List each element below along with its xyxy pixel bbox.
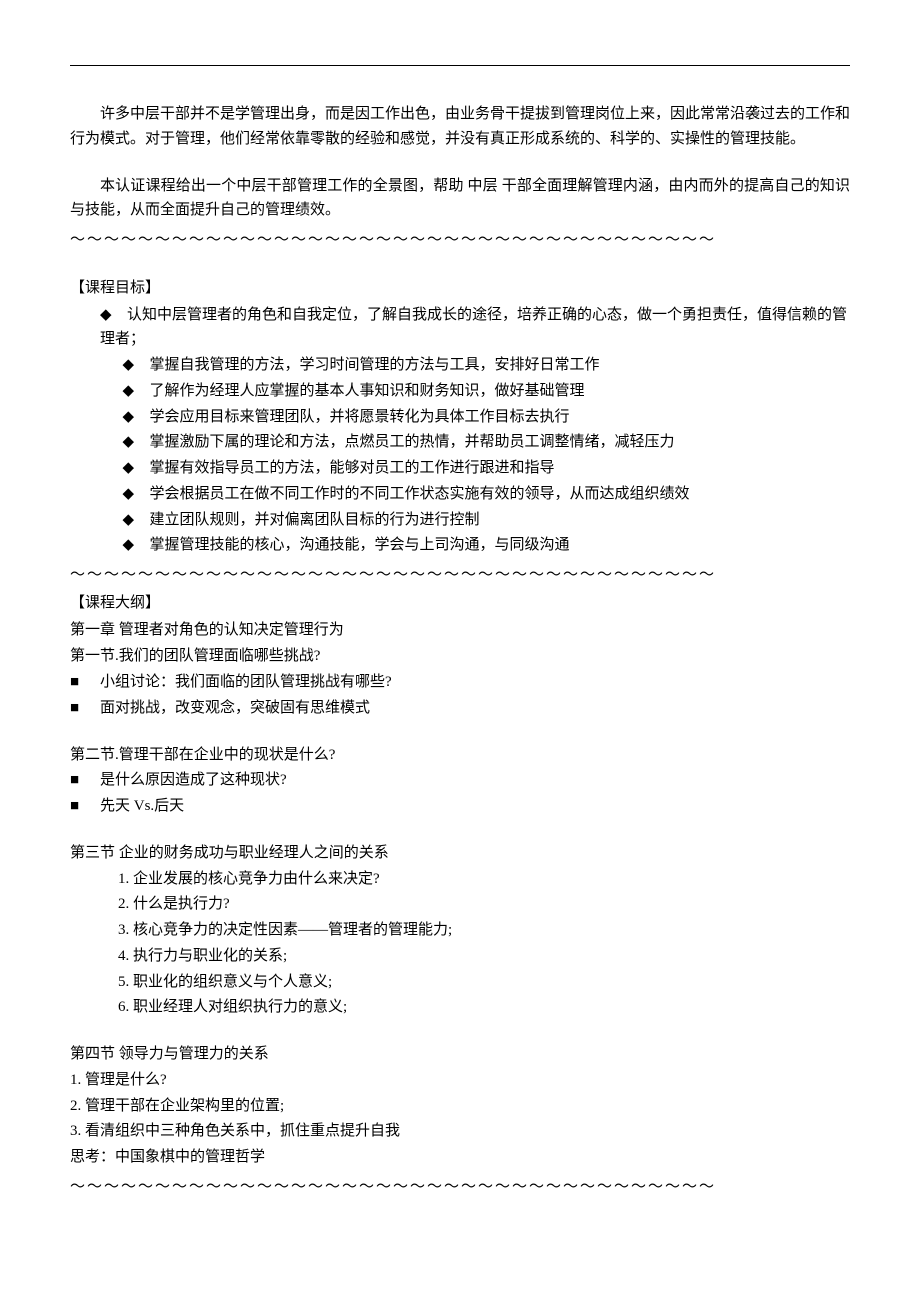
objective-text: 学会应用目标来管理团队，并将愿景转化为具体工作目标去执行 (150, 409, 570, 425)
objective-text: 了解作为经理人应掌握的基本人事知识和财务知识，做好基础管理 (150, 383, 585, 399)
objective-text: 建立团队规则，并对偏离团队目标的行为进行控制 (150, 512, 480, 528)
objective-item: 学会应用目标来管理团队，并将愿景转化为具体工作目标去执行 (70, 405, 850, 430)
objective-item: 学会根据员工在做不同工作时的不同工作状态实施有效的领导，从而达成组织绩效 (70, 482, 850, 507)
section-2-item: 是什么原因造成了这种现状? (70, 768, 850, 793)
objectives-heading: 【课程目标】 (70, 276, 850, 301)
wave-divider: ～～～～～～～～～～～～～～～～～～～～～～～～～～～～～～～～～～～～～～ (70, 562, 850, 587)
section-4-note: 思考：中国象棋中的管理哲学 (70, 1145, 850, 1170)
objective-text: 认知中层管理者的角色和自我定位，了解自我成长的途径，培养正确的心态，做一个勇担责… (100, 307, 847, 348)
objective-item: 建立团队规则，并对偏离团队目标的行为进行控制 (70, 508, 850, 533)
section-2-item: 先天 Vs.后天 (70, 794, 850, 819)
section-4-item: 1. 管理是什么? (70, 1068, 850, 1093)
section-3-item: 1. 企业发展的核心竞争力由什么来决定? (70, 867, 850, 892)
objective-item: 了解作为经理人应掌握的基本人事知识和财务知识，做好基础管理 (70, 379, 850, 404)
objective-text: 学会根据员工在做不同工作时的不同工作状态实施有效的领导，从而达成组织绩效 (150, 486, 690, 502)
objective-item: 掌握激励下属的理论和方法，点燃员工的热情，并帮助员工调整情绪，减轻压力 (70, 430, 850, 455)
objective-item: 掌握自我管理的方法，学习时间管理的方法与工具，安排好日常工作 (70, 353, 850, 378)
section-1-item: 小组讨论：我们面临的团队管理挑战有哪些? (70, 670, 850, 695)
objective-text: 掌握激励下属的理论和方法，点燃员工的热情，并帮助员工调整情绪，减轻压力 (150, 434, 675, 450)
objective-text: 掌握自我管理的方法，学习时间管理的方法与工具，安排好日常工作 (150, 357, 600, 373)
objective-item-first: 认知中层管理者的角色和自我定位，了解自我成长的途径，培养正确的心态，做一个勇担责… (70, 303, 850, 353)
wave-divider: ～～～～～～～～～～～～～～～～～～～～～～～～～～～～～～～～～～～～～～ (70, 1174, 850, 1199)
section-2-title: 第二节.管理干部在企业中的现状是什么? (70, 743, 850, 768)
outline-heading: 【课程大纲】 (70, 591, 850, 616)
chapter-title: 第一章 管理者对角色的认知决定管理行为 (70, 618, 850, 643)
intro-paragraph-1: 许多中层干部并不是学管理出身，而是因工作出色，由业务骨干提拔到管理岗位上来，因此… (70, 102, 850, 152)
page-divider (70, 65, 850, 66)
section-1-item: 面对挑战，改变观念，突破固有思维模式 (70, 696, 850, 721)
objective-text: 掌握有效指导员工的方法，能够对员工的工作进行跟进和指导 (150, 460, 555, 476)
section-3-title: 第三节 企业的财务成功与职业经理人之间的关系 (70, 841, 850, 866)
objective-item: 掌握管理技能的核心，沟通技能，学会与上司沟通，与同级沟通 (70, 533, 850, 558)
item-text: 是什么原因造成了这种现状? (100, 772, 287, 788)
section-1-title: 第一节.我们的团队管理面临哪些挑战? (70, 644, 850, 669)
section-4-item: 2. 管理干部在企业架构里的位置; (70, 1094, 850, 1119)
wave-divider: ～～～～～～～～～～～～～～～～～～～～～～～～～～～～～～～～～～～～～～ (70, 227, 850, 252)
section-4-title: 第四节 领导力与管理力的关系 (70, 1042, 850, 1067)
item-text: 面对挑战，改变观念，突破固有思维模式 (100, 700, 370, 716)
item-text: 小组讨论：我们面临的团队管理挑战有哪些? (100, 674, 392, 690)
section-4-item: 3. 看清组织中三种角色关系中，抓住重点提升自我 (70, 1119, 850, 1144)
section-3-item: 4. 执行力与职业化的关系; (70, 944, 850, 969)
objective-item: 掌握有效指导员工的方法，能够对员工的工作进行跟进和指导 (70, 456, 850, 481)
section-3-item: 2. 什么是执行力? (70, 892, 850, 917)
section-3-item: 6. 职业经理人对组织执行力的意义; (70, 995, 850, 1020)
objective-text: 掌握管理技能的核心，沟通技能，学会与上司沟通，与同级沟通 (150, 537, 570, 553)
section-3-item: 3. 核心竞争力的决定性因素——管理者的管理能力; (70, 918, 850, 943)
item-text: 先天 Vs.后天 (100, 798, 184, 814)
intro-paragraph-2: 本认证课程给出一个中层干部管理工作的全景图，帮助 中层 干部全面理解管理内涵，由… (70, 174, 850, 224)
section-3-item: 5. 职业化的组织意义与个人意义; (70, 970, 850, 995)
